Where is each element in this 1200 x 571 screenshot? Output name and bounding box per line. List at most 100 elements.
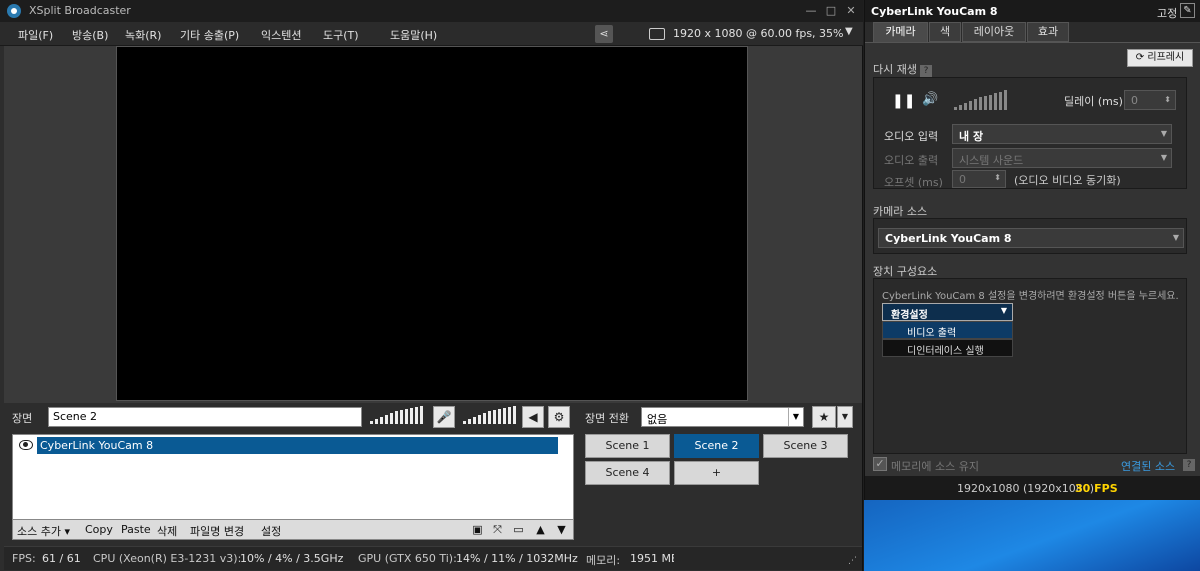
paste-button[interactable]: Paste [121, 523, 151, 536]
scene-button-2[interactable]: Scene 2 [674, 434, 759, 458]
menu-item-video-output[interactable]: 비디오 출력 [882, 321, 1013, 339]
delay-input[interactable]: 0 ⬍ [1124, 90, 1176, 110]
camera-tab-content: ⟳ 리프레시 다시 재생? ❚❚ 🔊 딜레이 (ms) 0 ⬍ 오디오 입력 내 … [865, 42, 1200, 476]
camera-source-select[interactable]: CyberLink YouCam 8 ▼ [878, 228, 1184, 248]
audio-input-select[interactable]: 내 장 ▼ [952, 124, 1172, 144]
xsplit-window: XSplit Broadcaster — □ ✕ 파일(F) 방송(B) 녹화(… [0, 0, 863, 571]
menu-record[interactable]: 녹화(R) [125, 27, 161, 43]
add-source-button[interactable]: 소스 추가 ▾ [17, 523, 70, 539]
cpu-value: 10% / 4% / 3.5GHz [240, 552, 344, 565]
panel-title: CyberLink YouCam 8 [871, 5, 998, 18]
resolution-display[interactable]: 1920 x 1080 @ 60.00 fps, 35% [673, 27, 844, 40]
linked-sources-link[interactable]: 연결된 소스 [1121, 458, 1175, 474]
minimize-button[interactable]: — [802, 3, 820, 18]
fit-screen-icon[interactable]: ⤧ [491, 523, 504, 536]
menu-extensions[interactable]: 익스텐션 [261, 27, 301, 43]
mic-volume-meter[interactable] [370, 406, 426, 426]
status-bar: FPS: 61 / 61 CPU (Xeon(R) E3-1231 v3): 1… [4, 546, 862, 570]
preview-canvas[interactable] [116, 46, 748, 401]
source-name[interactable]: CyberLink YouCam 8 [37, 437, 558, 454]
stepper-icon: ⬍ [994, 173, 1001, 182]
refresh-label: 리프레시 [1147, 52, 1185, 63]
device-hint: CyberLink YouCam 8 설정을 변경하려면 환경설정 버튼을 누르… [882, 291, 1179, 302]
fps-label: FPS: [12, 552, 36, 565]
chevron-down-icon: ▼ [1160, 153, 1167, 162]
help-icon[interactable]: ? [1183, 459, 1195, 471]
visibility-eye-icon[interactable] [19, 440, 33, 450]
settings-dropdown-button[interactable]: 환경설정 ▼ [882, 303, 1013, 321]
monitor-icon [649, 28, 665, 40]
chevron-down-icon[interactable]: ▼ [845, 26, 853, 37]
resize-grip-icon[interactable]: ⋰ [848, 556, 857, 566]
list-item[interactable]: CyberLink YouCam 8 [15, 437, 558, 454]
fps-value: 61 / 61 [42, 552, 81, 565]
pin-icon[interactable]: ✎ [1180, 3, 1195, 18]
menu-help[interactable]: 도움말(H) [390, 27, 437, 43]
stepper-icon[interactable]: ⬍ [1164, 95, 1171, 104]
refresh-button[interactable]: ⟳ 리프레시 [1127, 49, 1193, 67]
panel-title-bar: CyberLink YouCam 8 고정 ✎ [865, 0, 1200, 22]
gpu-value: 14% / 11% / 1032MHz [456, 552, 578, 565]
delay-label: 딜레이 (ms) [1064, 95, 1123, 108]
replay-volume-meter[interactable] [954, 90, 1010, 112]
source-toolbar: 소스 추가 ▾ Copy Paste 삭제 파일명 변경 설정 ▣ ⤧ ▭ ▲ … [12, 520, 574, 540]
settings-button[interactable]: 설정 [261, 523, 281, 539]
audio-output-value: 시스템 사운드 [959, 154, 1024, 167]
copy-button[interactable]: Copy [85, 523, 113, 536]
device-section-label: 장치 구성요소 [873, 265, 938, 278]
menu-item-deinterlace[interactable]: 디인터레이스 실행 [882, 339, 1013, 357]
menu-tools[interactable]: 도구(T) [323, 27, 359, 43]
menu-bar: 파일(F) 방송(B) 녹화(R) 기타 송출(P) 익스텐션 도구(T) 도움… [0, 22, 863, 46]
speaker-volume-meter[interactable] [463, 406, 519, 426]
desktop-background [864, 500, 1200, 571]
offset-label: 오프셋 (ms) [884, 176, 943, 189]
memory-label: 메모리: [586, 554, 621, 567]
speaker-icon[interactable]: ◀ [522, 406, 544, 428]
refresh-icon: ⟳ [1135, 52, 1145, 63]
source-list[interactable]: CyberLink YouCam 8 [12, 434, 574, 520]
chevron-down-icon[interactable]: ▼ [837, 406, 853, 428]
scene-button-4[interactable]: Scene 4 [585, 461, 670, 485]
pause-icon[interactable]: ❚❚ [892, 93, 915, 109]
scene-label: 장면 [12, 412, 33, 425]
close-button[interactable]: ✕ [842, 3, 860, 18]
microphone-icon[interactable]: 🎤 [433, 406, 455, 428]
footer-fps: 30 FPS [1075, 482, 1118, 495]
gpu-label: GPU (GTX 650 Ti): [358, 552, 457, 565]
help-icon[interactable]: ? [919, 65, 932, 77]
rename-button[interactable]: 파일명 변경 [190, 523, 244, 539]
delay-value: 0 [1131, 94, 1138, 107]
audio-output-select: 시스템 사운드 ▼ [952, 148, 1172, 168]
camera-source-box: CyberLink YouCam 8 ▼ [873, 218, 1187, 254]
gear-icon[interactable]: ⚙ [548, 406, 570, 428]
keep-in-memory-checkbox[interactable]: ✓ [873, 457, 887, 471]
chevron-down-icon: ▼ [1160, 129, 1167, 138]
add-effect-icon[interactable]: ★ [812, 406, 836, 428]
picture-in-picture-icon[interactable]: ▭ [512, 523, 525, 536]
lock-icon[interactable]: ▣ [471, 523, 484, 536]
camera-source-value: CyberLink YouCam 8 [885, 232, 1012, 245]
tab-effects[interactable]: 효과 [1027, 22, 1069, 42]
scene-button-1[interactable]: Scene 1 [585, 434, 670, 458]
tab-camera[interactable]: 카메라 [873, 22, 928, 42]
share-icon[interactable]: ⋖ [595, 25, 613, 43]
tab-color[interactable]: 색 [929, 22, 961, 42]
menu-other-output[interactable]: 기타 송출(P) [180, 27, 239, 43]
maximize-button[interactable]: □ [822, 3, 840, 18]
scene-button-3[interactable]: Scene 3 [763, 434, 848, 458]
pin-label: 고정 [1157, 7, 1178, 20]
add-scene-button[interactable]: + [674, 461, 759, 485]
tab-layout[interactable]: 레이아웃 [962, 22, 1026, 42]
speaker-icon[interactable]: 🔊 [922, 92, 938, 107]
cpu-label: CPU (Xeon(R) E3-1231 v3): [93, 552, 242, 565]
chevron-down-icon: ▼ [1000, 306, 1007, 315]
move-up-icon[interactable]: ▲ [534, 523, 547, 536]
transition-select[interactable]: 없음 ▼ [641, 407, 804, 427]
delete-button[interactable]: 삭제 [157, 523, 177, 539]
camera-source-label: 카메라 소스 [873, 205, 928, 218]
chevron-down-icon: ▼ [1172, 233, 1179, 242]
menu-file[interactable]: 파일(F) [18, 27, 53, 43]
menu-broadcast[interactable]: 방송(B) [72, 27, 108, 43]
move-down-icon[interactable]: ▼ [555, 523, 568, 536]
scene-name-input[interactable]: Scene 2 [48, 407, 362, 427]
